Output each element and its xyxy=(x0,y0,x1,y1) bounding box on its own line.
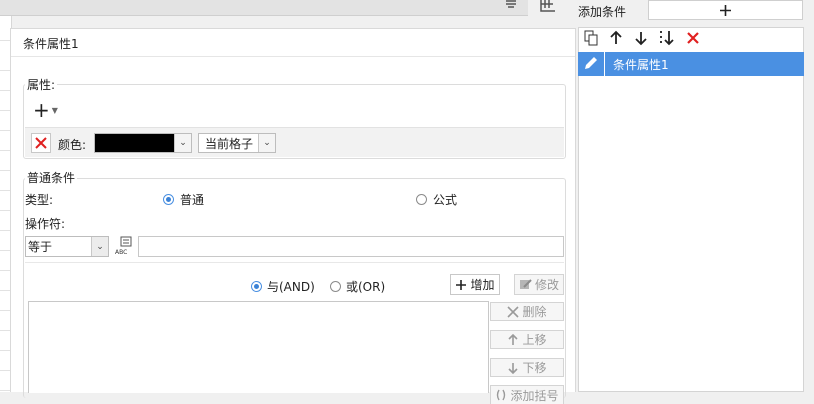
add-condition-button[interactable] xyxy=(648,0,803,20)
remove-attribute-button[interactable] xyxy=(31,133,51,153)
chevron-down-icon: ▼ xyxy=(51,105,58,115)
type-normal-label: 普通 xyxy=(180,193,205,207)
add-attribute-button[interactable]: + ▼ xyxy=(33,99,65,121)
chevron-down-icon: ⌄ xyxy=(174,134,191,152)
copy-icon[interactable] xyxy=(583,30,599,46)
move-down-icon[interactable] xyxy=(633,30,649,46)
arrow-up-icon xyxy=(508,333,519,345)
operator-label: 操作符: xyxy=(25,217,66,231)
plus-icon xyxy=(720,4,731,16)
condition-properties-dialog: 条件属性1 属性: + ▼ 颜色: ⌄ 当前格子 ⌄ 普通条件 类型: 普通 公… xyxy=(10,28,576,404)
section-divider xyxy=(25,262,564,263)
condition-list-item[interactable]: 条件属性1 xyxy=(578,52,804,76)
type-normal-radio[interactable]: 普通 xyxy=(163,191,204,208)
title-separator xyxy=(11,56,575,57)
type-formula-label: 公式 xyxy=(433,193,458,207)
condition-list[interactable] xyxy=(578,27,804,392)
logic-and-radio[interactable]: 与(AND) xyxy=(251,278,315,295)
condition-item-label: 条件属性1 xyxy=(613,57,669,72)
logic-or-radio[interactable]: 或(OR) xyxy=(330,278,385,295)
delete-button[interactable]: 删除 xyxy=(490,302,564,321)
move-down-label: 下移 xyxy=(522,361,547,375)
condition-list-box[interactable] xyxy=(28,301,489,393)
arrow-down-icon xyxy=(508,362,519,374)
plus-icon xyxy=(456,279,467,290)
scope-select[interactable]: 当前格子 ⌄ xyxy=(198,133,276,153)
condition-toolbar xyxy=(583,30,701,46)
delete-icon[interactable] xyxy=(685,30,701,46)
type-formula-radio[interactable]: 公式 xyxy=(416,191,457,208)
edit-icon xyxy=(519,279,532,289)
operator-select[interactable]: 等于 ⌄ xyxy=(25,236,109,257)
radio-selected-icon xyxy=(163,194,174,205)
modify-button[interactable]: 修改 xyxy=(514,274,564,295)
background-toolbar xyxy=(0,0,528,16)
color-swatch xyxy=(95,134,174,152)
delete-button-label: 删除 xyxy=(522,305,547,319)
color-select[interactable]: ⌄ xyxy=(94,133,192,153)
radio-unselected-icon xyxy=(330,281,341,292)
add-bracket-label: 添加括号 xyxy=(510,388,559,403)
chevron-down-icon: ⌄ xyxy=(258,134,275,152)
radio-selected-icon xyxy=(251,281,262,292)
add-button-label: 增加 xyxy=(470,278,495,292)
attribute-row: 颜色: ⌄ 当前格子 ⌄ xyxy=(25,127,564,157)
delete-icon xyxy=(35,137,47,149)
add-condition-label: 添加条件 xyxy=(578,5,627,19)
text-value-icon[interactable]: ABC xyxy=(114,236,136,256)
condition-value-input[interactable] xyxy=(138,236,564,257)
svg-text:ABC: ABC xyxy=(115,249,127,256)
dropdown-marker-icon[interactable] xyxy=(504,0,518,9)
delete-icon xyxy=(507,305,520,318)
pencil-icon xyxy=(585,57,597,69)
add-bracket-button[interactable]: 添加括号 xyxy=(490,385,564,404)
add-button[interactable]: 增加 xyxy=(450,274,500,295)
move-up-label: 上移 xyxy=(522,333,547,347)
plus-icon: + xyxy=(33,98,50,122)
modify-button-label: 修改 xyxy=(534,278,559,292)
bracket-icon xyxy=(497,389,506,401)
normal-condition-label: 普通条件 xyxy=(25,169,78,186)
operator-value: 等于 xyxy=(28,240,53,254)
cell-format-icon[interactable] xyxy=(538,0,558,14)
radio-unselected-icon xyxy=(416,194,427,205)
move-bottom-icon[interactable] xyxy=(658,30,676,46)
chevron-down-icon: ⌄ xyxy=(91,237,108,256)
color-label: 颜色: xyxy=(58,138,87,152)
move-down-button[interactable]: 下移 xyxy=(490,358,564,377)
dialog-title: 条件属性1 xyxy=(23,37,79,51)
move-up-button[interactable]: 上移 xyxy=(490,330,564,349)
move-up-icon[interactable] xyxy=(608,30,624,46)
logic-and-label: 与(AND) xyxy=(267,280,315,294)
scope-value: 当前格子 xyxy=(205,136,254,151)
attribute-group-label: 属性: xyxy=(25,76,58,93)
logic-or-label: 或(OR) xyxy=(346,280,386,294)
type-label: 类型: xyxy=(25,193,54,207)
